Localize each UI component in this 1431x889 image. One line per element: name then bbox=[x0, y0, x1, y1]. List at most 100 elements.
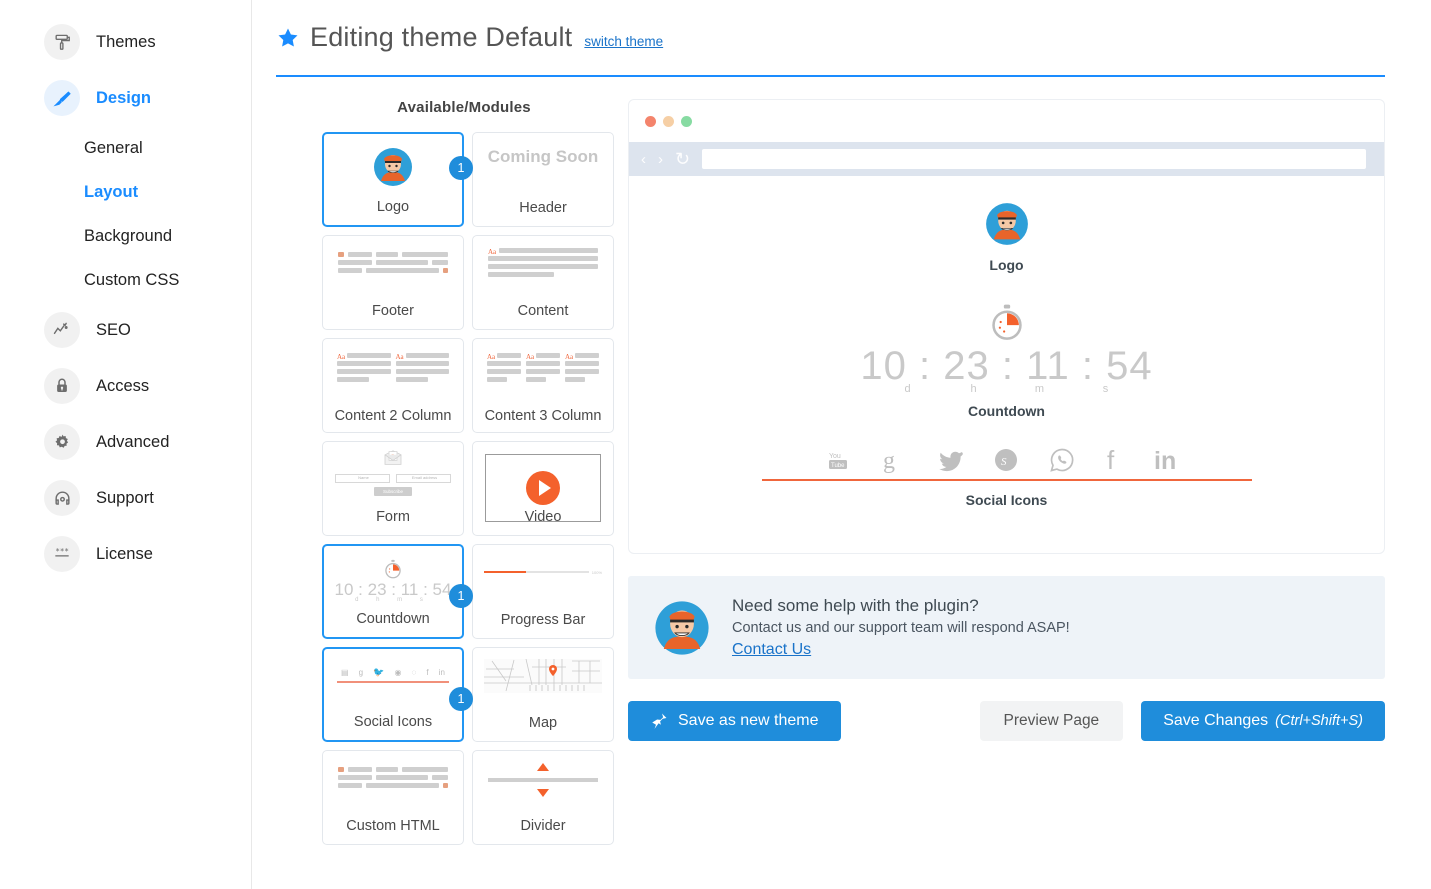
divider-icon bbox=[473, 759, 613, 809]
modules-panel-title: Available/Modules bbox=[397, 99, 531, 116]
preview-panel: ‹ › ↻ Logo 10: 23: 11: 54 d h m s Cou… bbox=[606, 99, 1385, 845]
map-icon bbox=[473, 656, 613, 706]
code-bars-icon bbox=[323, 759, 463, 809]
module-card-video[interactable]: Video bbox=[472, 441, 614, 536]
form-email-field: Email address bbox=[396, 474, 451, 483]
window-minimize-dot[interactable] bbox=[663, 115, 674, 127]
preview-block-logo[interactable]: Logo bbox=[629, 202, 1384, 273]
sidebar-item-label: License bbox=[96, 544, 153, 563]
module-card-label: Content 3 Column bbox=[484, 408, 602, 424]
sidebar-item-design[interactable]: Design bbox=[0, 70, 251, 126]
preview-block-label: Countdown bbox=[968, 403, 1045, 419]
whatsapp-icon[interactable] bbox=[1049, 447, 1075, 473]
social-underline bbox=[761, 479, 1252, 481]
countdown-unit-s: s bbox=[1102, 383, 1109, 395]
gear-icon bbox=[44, 424, 80, 460]
contact-us-link[interactable]: Contact Us bbox=[732, 641, 811, 658]
sidebar-subitem-label: Custom CSS bbox=[84, 270, 180, 289]
module-card-label: Footer bbox=[372, 303, 414, 319]
sidebar-item-advanced[interactable]: Advanced bbox=[0, 414, 251, 470]
preview-block-countdown[interactable]: 10 : 23 : 11 : 54 d h m s Countdown bbox=[629, 303, 1384, 419]
countdown-sep: : bbox=[919, 344, 932, 388]
sidebar-subitem-layout[interactable]: Layout bbox=[0, 170, 251, 214]
sidebar-item-license[interactable]: *** License bbox=[0, 526, 251, 582]
svg-text:B: B bbox=[391, 455, 394, 460]
sidebar-item-support[interactable]: Support bbox=[0, 470, 251, 526]
countdown-thumb-units: d h m s bbox=[355, 597, 431, 603]
module-card-countdown[interactable]: 10 : 23 : 11 : 54 d h m s 1 Countdown bbox=[322, 544, 473, 639]
module-card-logo[interactable]: 1 Logo bbox=[322, 132, 473, 227]
module-card-header[interactable]: Coming Soon Header bbox=[472, 132, 614, 227]
google-plus-icon[interactable]: g bbox=[881, 447, 903, 473]
skype-icon[interactable]: S bbox=[993, 447, 1019, 473]
module-card-map[interactable]: Map bbox=[472, 647, 614, 742]
save-changes-label: Save Changes bbox=[1163, 712, 1269, 729]
countdown-unit-d: d bbox=[904, 383, 911, 395]
module-card-form[interactable]: B Name Email address Subscribe Form bbox=[322, 441, 464, 536]
countdown-minutes: 11 bbox=[1026, 344, 1070, 388]
svg-text:Tube: Tube bbox=[831, 463, 845, 469]
countdown-unit-h: h bbox=[970, 383, 977, 395]
page-header: Editing theme Default switch theme bbox=[276, 22, 1385, 77]
window-maximize-dot[interactable] bbox=[681, 115, 692, 127]
linkedin-icon[interactable]: in bbox=[1153, 447, 1187, 473]
countdown-icon: 10 : 23 : 11 : 54 d h m s bbox=[324, 552, 462, 610]
module-card-label: Divider bbox=[520, 818, 566, 834]
browser-toolbar: ‹ › ↻ bbox=[629, 142, 1384, 176]
module-card-footer[interactable]: Footer bbox=[322, 235, 464, 330]
form-subscribe-button: Subscribe bbox=[373, 487, 412, 496]
forward-icon[interactable]: › bbox=[658, 151, 663, 168]
facebook-icon[interactable]: f bbox=[1105, 447, 1123, 473]
social-icons-thumb: ▤ g 🐦 ◉ ◌ f in bbox=[324, 657, 462, 707]
module-card-label: Custom HTML bbox=[346, 818, 440, 834]
app-root: Themes Design General Layout Background … bbox=[0, 0, 1431, 889]
preview-page-button[interactable]: Preview Page bbox=[979, 701, 1124, 741]
paint-brush-icon bbox=[44, 80, 80, 116]
logo-avatar-icon bbox=[985, 202, 1029, 246]
logo-avatar-icon bbox=[324, 142, 462, 192]
module-card-progress-bar[interactable]: 100% Progress Bar bbox=[472, 544, 614, 639]
module-card-divider[interactable]: Divider bbox=[472, 750, 614, 845]
module-card-content-3-column[interactable]: Aa Aa Aa Content 3 Column bbox=[472, 338, 614, 433]
module-badge: 1 bbox=[449, 687, 473, 711]
address-input[interactable] bbox=[702, 149, 1366, 169]
module-card-label: Form bbox=[376, 509, 410, 525]
module-card-label: Map bbox=[528, 715, 558, 731]
preview-canvas: Logo 10 : 23: 11: 54 d h m s Countdown… bbox=[629, 176, 1384, 508]
reload-icon[interactable]: ↻ bbox=[675, 149, 690, 170]
form-name-field: Name bbox=[335, 474, 390, 483]
module-card-content-2-column[interactable]: Aa Aa Content 2 Column bbox=[322, 338, 464, 433]
pin-icon bbox=[650, 712, 668, 730]
preview-block-social-icons[interactable]: You Tube g S f in Social Icons bbox=[629, 447, 1384, 508]
skype-icon: ◉ bbox=[394, 668, 402, 678]
svg-text:in: in bbox=[1154, 447, 1176, 473]
sidebar-subitem-custom-css[interactable]: Custom CSS bbox=[0, 258, 251, 302]
headset-icon bbox=[44, 480, 80, 516]
back-icon[interactable]: ‹ bbox=[641, 151, 646, 168]
save-changes-shortcut: (Ctrl+Shift+S) bbox=[1275, 713, 1363, 729]
module-card-content[interactable]: Aa Content bbox=[472, 235, 614, 330]
twitter-icon[interactable] bbox=[933, 448, 963, 472]
window-close-dot[interactable] bbox=[645, 115, 656, 127]
sidebar-item-label: Advanced bbox=[96, 432, 170, 451]
modules-panel: Available/Modules 1 Logo Coming Soon Hea… bbox=[276, 99, 614, 845]
sidebar-item-access[interactable]: Access bbox=[0, 358, 251, 414]
mascot-avatar bbox=[654, 600, 710, 656]
save-as-new-theme-button[interactable]: Save as new theme bbox=[628, 701, 841, 741]
sidebar: Themes Design General Layout Background … bbox=[0, 0, 252, 889]
module-card-custom-html[interactable]: Custom HTML bbox=[322, 750, 464, 845]
save-changes-button[interactable]: Save Changes (Ctrl+Shift+S) bbox=[1141, 701, 1385, 741]
main-content: Editing theme Default switch theme Avail… bbox=[252, 0, 1431, 889]
countdown-seconds: 54 bbox=[1106, 344, 1153, 388]
sidebar-subitem-general[interactable]: General bbox=[0, 126, 251, 170]
module-card-social-icons[interactable]: ▤ g 🐦 ◉ ◌ f in 1 Social Icons bbox=[322, 647, 473, 742]
switch-theme-link[interactable]: switch theme bbox=[584, 34, 663, 49]
sidebar-subitem-background[interactable]: Background bbox=[0, 214, 251, 258]
youtube-icon[interactable]: You Tube bbox=[827, 448, 851, 472]
preview-block-label: Logo bbox=[989, 257, 1024, 273]
star-icon bbox=[276, 26, 300, 55]
text-3col-icon: Aa Aa Aa bbox=[473, 347, 613, 397]
sidebar-item-seo[interactable]: SEO bbox=[0, 302, 251, 358]
help-box: Need some help with the plugin? Contact … bbox=[628, 576, 1385, 679]
sidebar-item-themes[interactable]: Themes bbox=[0, 14, 251, 70]
